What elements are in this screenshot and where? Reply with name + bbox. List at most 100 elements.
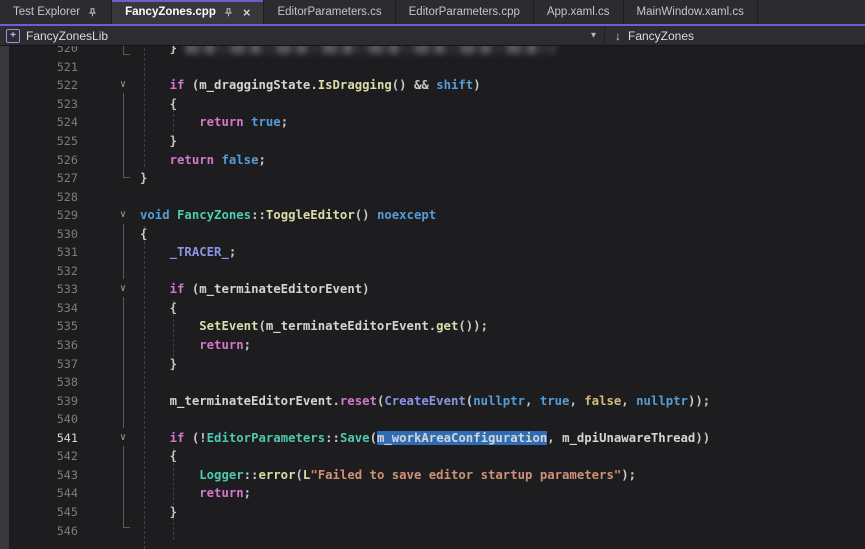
code-line[interactable]: 531 _TRACER_;: [0, 243, 865, 262]
code-text: {: [140, 95, 177, 114]
code-line[interactable]: 544 return;: [0, 484, 865, 503]
line-number[interactable]: 541: [14, 429, 78, 448]
code-line[interactable]: 525 }: [0, 132, 865, 151]
line-number[interactable]: 535: [14, 317, 78, 336]
tab-mainwindow-xaml-cs[interactable]: MainWindow.xaml.cs: [624, 0, 758, 24]
line-number[interactable]: 523: [14, 95, 78, 114]
line-number[interactable]: 539: [14, 392, 78, 411]
code-line[interactable]: 536 return;: [0, 336, 865, 355]
fold-collapse-icon[interactable]: ∨: [112, 206, 134, 225]
code-line[interactable]: 538: [0, 373, 865, 392]
code-text: return;: [140, 336, 251, 355]
member-combobox[interactable]: ↓ FancyZones: [605, 26, 694, 45]
fold-collapse-icon[interactable]: ∨: [112, 280, 134, 299]
line-number[interactable]: 533: [14, 280, 78, 299]
code-text: return false;: [140, 151, 266, 170]
code-text: }: [140, 355, 177, 374]
code-line[interactable]: 545 }: [0, 503, 865, 522]
line-number[interactable]: 543: [14, 466, 78, 485]
pin-icon[interactable]: [87, 7, 98, 18]
code-line[interactable]: 526 return false;: [0, 151, 865, 170]
fold-collapse-icon[interactable]: ∨: [112, 76, 134, 95]
chevron-down-icon[interactable]: ▾: [591, 30, 596, 41]
code-text: {: [140, 299, 177, 318]
line-number[interactable]: 526: [14, 151, 78, 170]
tab-editorparameters-cs[interactable]: EditorParameters.cs: [264, 0, 395, 24]
code-line[interactable]: 533∨ if (m_terminateEditorEvent): [0, 280, 865, 299]
tab-bar: Test Explorer FancyZones.cpp × EditorParame…: [0, 0, 865, 24]
code-line[interactable]: 540: [0, 410, 865, 429]
arrow-down-icon: ↓: [615, 29, 621, 43]
tab-app-xaml-cs[interactable]: App.xaml.cs: [534, 0, 624, 24]
vs-editor-window: Test Explorer FancyZones.cpp × EditorParame…: [0, 0, 865, 549]
line-number[interactable]: 538: [14, 373, 78, 392]
line-number[interactable]: 522: [14, 76, 78, 95]
line-number[interactable]: 530: [14, 225, 78, 244]
code-text: if (m_draggingState.IsDragging() && shif…: [140, 76, 481, 95]
cpp-project-icon: +: [6, 29, 20, 43]
tab-label: MainWindow.xaml.cs: [637, 6, 744, 18]
line-number[interactable]: 521: [14, 58, 78, 77]
code-line[interactable]: 528: [0, 188, 865, 207]
tab-label: App.xaml.cs: [547, 6, 610, 18]
code-line[interactable]: 524 return true;: [0, 113, 865, 132]
code-text: }: [140, 503, 177, 522]
code-line[interactable]: 541 ∨ if (!EditorParameters::Save(m_workA…: [0, 429, 865, 448]
code-text: return true;: [140, 113, 288, 132]
tab-label: EditorParameters.cpp: [409, 6, 520, 18]
code-text: return;: [140, 484, 251, 503]
line-number[interactable]: 542: [14, 447, 78, 466]
line-number[interactable]: 531: [14, 243, 78, 262]
tab-editorparameters-cpp[interactable]: EditorParameters.cpp: [396, 0, 534, 24]
tab-fancyzones-cpp[interactable]: FancyZones.cpp ×: [112, 0, 264, 24]
line-number[interactable]: 524: [14, 113, 78, 132]
tab-label: FancyZones.cpp: [125, 6, 216, 18]
code-text: }: [140, 169, 147, 188]
line-number[interactable]: 544: [14, 484, 78, 503]
code-line[interactable]: 539 m_terminateEditorEvent.reset(CreateE…: [0, 392, 865, 411]
code-text: }: [140, 132, 177, 151]
code-text: if (!EditorParameters::Save(m_workAreaCo…: [140, 429, 710, 448]
line-number[interactable]: 546: [14, 522, 78, 541]
fold-collapse-icon[interactable]: ∨: [112, 429, 134, 448]
line-number[interactable]: 540: [14, 410, 78, 429]
code-line[interactable]: 535 SetEvent(m_terminateEditorEvent.get(…: [0, 317, 865, 336]
project-combobox[interactable]: + FancyZonesLib ▾: [0, 26, 604, 45]
line-number[interactable]: 520: [14, 46, 78, 58]
line-number[interactable]: 537: [14, 355, 78, 374]
tab-label: Test Explorer: [13, 6, 80, 18]
code-line[interactable]: 529 ∨ void FancyZones::ToggleEditor() noex…: [0, 206, 865, 225]
close-icon[interactable]: ×: [243, 6, 251, 19]
code-text: }: [140, 46, 177, 58]
tab-test-explorer[interactable]: Test Explorer: [0, 0, 112, 24]
code-line[interactable]: 521: [0, 58, 865, 77]
line-number[interactable]: 529: [14, 206, 78, 225]
code-line[interactable]: 534 {: [0, 299, 865, 318]
code-line[interactable]: 530 {: [0, 225, 865, 244]
code-line[interactable]: 527}: [0, 169, 865, 188]
selected-text: m_workAreaConfiguration: [377, 431, 547, 445]
code-line[interactable]: 523 {: [0, 95, 865, 114]
code-line[interactable]: 537 }: [0, 355, 865, 374]
code-text: {: [140, 447, 177, 466]
blurred-code-region: [185, 46, 555, 54]
line-number[interactable]: 528: [14, 188, 78, 207]
line-number[interactable]: 545: [14, 503, 78, 522]
code-line[interactable]: 546: [0, 522, 865, 541]
line-number[interactable]: 536: [14, 336, 78, 355]
code-line[interactable]: 542 {: [0, 447, 865, 466]
line-number[interactable]: 527: [14, 169, 78, 188]
code-line[interactable]: 532: [0, 262, 865, 281]
member-combo-label: FancyZones: [628, 29, 694, 43]
code-editor[interactable]: 520 }521522∨ if (m_draggingState.IsDragg…: [0, 46, 865, 549]
code-line[interactable]: 522 ∨ if (m_draggingState.IsDragging() &&…: [0, 76, 865, 95]
line-number[interactable]: 534: [14, 299, 78, 318]
code-line[interactable]: 520 }: [0, 46, 865, 58]
pin-icon[interactable]: [223, 7, 234, 18]
navigation-bar: + FancyZonesLib ▾ ↓ FancyZones: [0, 26, 865, 46]
line-number[interactable]: 525: [14, 132, 78, 151]
line-number[interactable]: 532: [14, 262, 78, 281]
code-text: void FancyZones::ToggleEditor() noexcept: [140, 206, 436, 225]
code-line[interactable]: 543 Logger::error(L"Failed to save edito…: [0, 466, 865, 485]
code-text: {: [140, 225, 147, 244]
